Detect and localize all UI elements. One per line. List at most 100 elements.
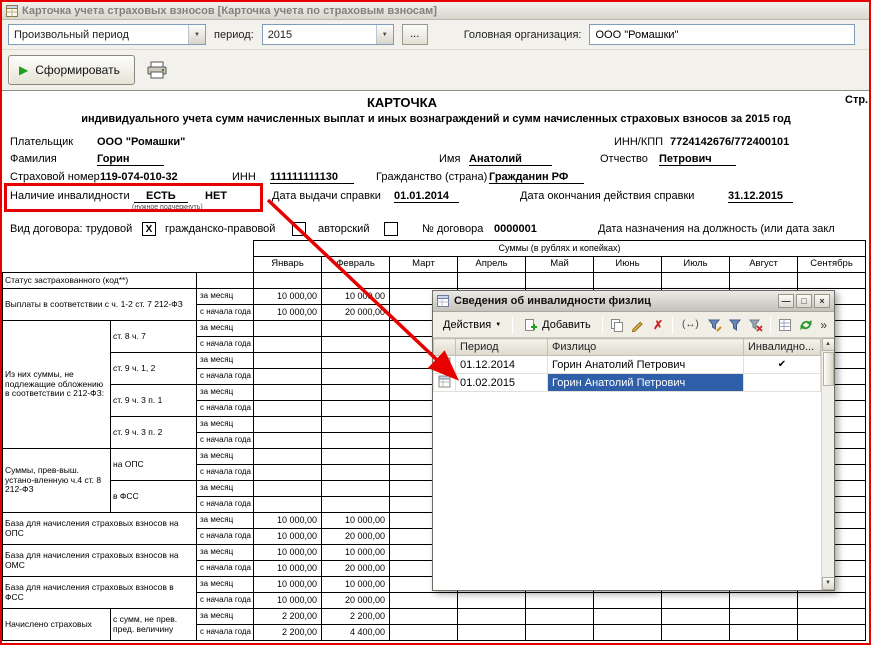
add-button[interactable]: Добавить [518, 315, 597, 335]
scroll-thumb[interactable] [823, 352, 834, 386]
minimize-icon[interactable]: — [778, 294, 794, 308]
list-settings-icon [778, 318, 792, 332]
grid-cell: 10 000,00 [254, 545, 322, 561]
month-header: Февраль [322, 257, 390, 273]
filter-sort-icon [708, 318, 722, 332]
page-number-label: Стр. [845, 94, 868, 106]
month-header: Июнь [594, 257, 662, 273]
period-cell[interactable]: 01.12.2014 [456, 356, 548, 374]
expire-date: 31.12.2015 [728, 190, 793, 203]
popup-list-area: Период Физлицо Инвалидно... 01.12.2 [433, 338, 834, 590]
period-combobox[interactable]: 2015 ▼ [262, 24, 394, 45]
close-icon[interactable]: × [814, 294, 830, 308]
period-type-combobox[interactable]: Произвольный период ▼ [8, 24, 206, 45]
grid-cell: 10 000,00 [254, 513, 322, 529]
filter-off-button[interactable] [747, 315, 765, 335]
generate-button[interactable]: ▶ Сформировать [8, 55, 135, 85]
scroll-up-icon[interactable]: ▲ [822, 338, 835, 351]
maximize-icon[interactable]: □ [796, 294, 812, 308]
contract-author-checkbox [384, 222, 398, 236]
copy-button[interactable] [608, 315, 626, 335]
row-label: Суммы, прев-выш. устано-вленную ч.4 ст. … [3, 449, 111, 513]
disability-check[interactable] [744, 374, 821, 392]
middlename-label: Отчество [600, 153, 648, 165]
sums-header: Суммы (в рублях и копейках) [254, 241, 866, 257]
list-settings-button[interactable] [776, 315, 794, 335]
grid-cell: 20 000,00 [322, 529, 390, 545]
month-header: Сентябрь [798, 257, 866, 273]
grid-cell: 10 000,00 [254, 593, 322, 609]
table-row[interactable]: 01.12.2014 Горин Анатолий Петрович ✔ [434, 356, 821, 374]
grid-cell: 10 000,00 [254, 305, 322, 321]
column-person[interactable]: Физлицо [548, 339, 744, 356]
row-icon-column [434, 339, 456, 356]
list-icon [437, 295, 449, 307]
edit-button[interactable] [629, 315, 647, 335]
lastname-label: Фамилия [10, 153, 57, 165]
print-button[interactable] [143, 56, 171, 84]
chevron-down-icon[interactable]: ▼ [376, 25, 393, 44]
filter-icon [728, 318, 742, 332]
contract-civil-checkbox [292, 222, 306, 236]
interval-button[interactable]: (↔) [678, 315, 703, 335]
month-header: Июль [662, 257, 730, 273]
filter-sort-button[interactable] [706, 315, 724, 335]
filter-button[interactable] [726, 315, 744, 335]
window-titlebar: Карточка учета страховых взносов [Карточ… [2, 2, 869, 20]
org-input[interactable] [589, 24, 855, 45]
grid-cell: 10 000,00 [254, 577, 322, 593]
grid-cell: 10 000,00 [254, 529, 322, 545]
period-cell[interactable]: 01.02.2015 [456, 374, 548, 392]
filter-toolbar: Произвольный период ▼ период: 2015 ▼ ...… [2, 20, 869, 50]
person-cell[interactable]: Горин Анатолий Петрович [548, 356, 744, 374]
row-sublabel: ст. 9 ч. 1, 2 [111, 353, 197, 385]
row-label: База для начисления страховых взносов в … [3, 577, 197, 609]
person-inn-label: ИНН [232, 171, 256, 183]
window-title: Карточка учета страховых взносов [Карточ… [22, 5, 437, 17]
column-disability[interactable]: Инвалидно... [744, 339, 821, 356]
payer-label: Плательщик [10, 136, 73, 148]
grid-cell: 20 000,00 [322, 561, 390, 577]
innkpp-value: 7724142676/772400101 [670, 136, 789, 148]
record-icon [438, 375, 451, 388]
period-value: 2015 [263, 29, 376, 41]
pencil-icon [630, 318, 644, 332]
actions-button[interactable]: Действия ▼ [437, 315, 507, 335]
person-cell-selected[interactable]: Горин Анатолий Петрович [548, 374, 744, 392]
grid-cell: 4 400,00 [322, 625, 390, 641]
column-period[interactable]: Период [456, 339, 548, 356]
printer-icon [147, 61, 167, 79]
contract-author-label: авторский [318, 223, 369, 235]
delete-button[interactable]: ✗ [649, 315, 667, 335]
table-row[interactable]: 01.02.2015 Горин Анатолий Петрович [434, 374, 821, 392]
disability-check[interactable]: ✔ [744, 356, 821, 374]
row-sublabel: с сумм, не прев. пред. величину [111, 609, 197, 641]
scroll-down-icon[interactable]: ▼ [822, 577, 835, 590]
table-header-row: Период Физлицо Инвалидно... [434, 339, 821, 356]
refresh-button[interactable] [797, 315, 815, 335]
citizenship-value: Гражданин РФ [489, 171, 584, 184]
interval-icon: (↔) [682, 319, 699, 330]
toolbar-overflow-chevron[interactable]: » [817, 318, 830, 332]
add-icon [524, 318, 538, 332]
month-header: Март [390, 257, 458, 273]
vertical-scrollbar[interactable]: ▲ ▼ [821, 338, 834, 590]
app-window: Карточка учета страховых взносов [Карточ… [0, 0, 871, 645]
popup-toolbar: Действия ▼ Добавить [433, 312, 834, 338]
annotation-highlight-box [4, 183, 263, 212]
row-label: База для начисления страховых взносов на… [3, 513, 197, 545]
doc-title: КАРТОЧКА [102, 95, 702, 110]
period-more-button[interactable]: ... [402, 24, 428, 45]
period-type-value: Произвольный период [9, 29, 188, 41]
chevron-down-icon: ▼ [495, 322, 501, 328]
action-toolbar: ▶ Сформировать [2, 50, 869, 91]
filter-off-icon [749, 318, 763, 332]
refresh-icon [799, 318, 813, 332]
row-sublabel: ст. 9 ч. 3 п. 1 [111, 385, 197, 417]
month-header: Май [526, 257, 594, 273]
person-inn-value: 111111111130 [270, 171, 354, 184]
row-label: Статус застрахованного (код**) [3, 273, 197, 289]
disability-table: Период Физлицо Инвалидно... 01.12.2 [433, 338, 821, 392]
chevron-down-icon[interactable]: ▼ [188, 25, 205, 44]
issue-date: 01.01.2014 [394, 190, 459, 203]
